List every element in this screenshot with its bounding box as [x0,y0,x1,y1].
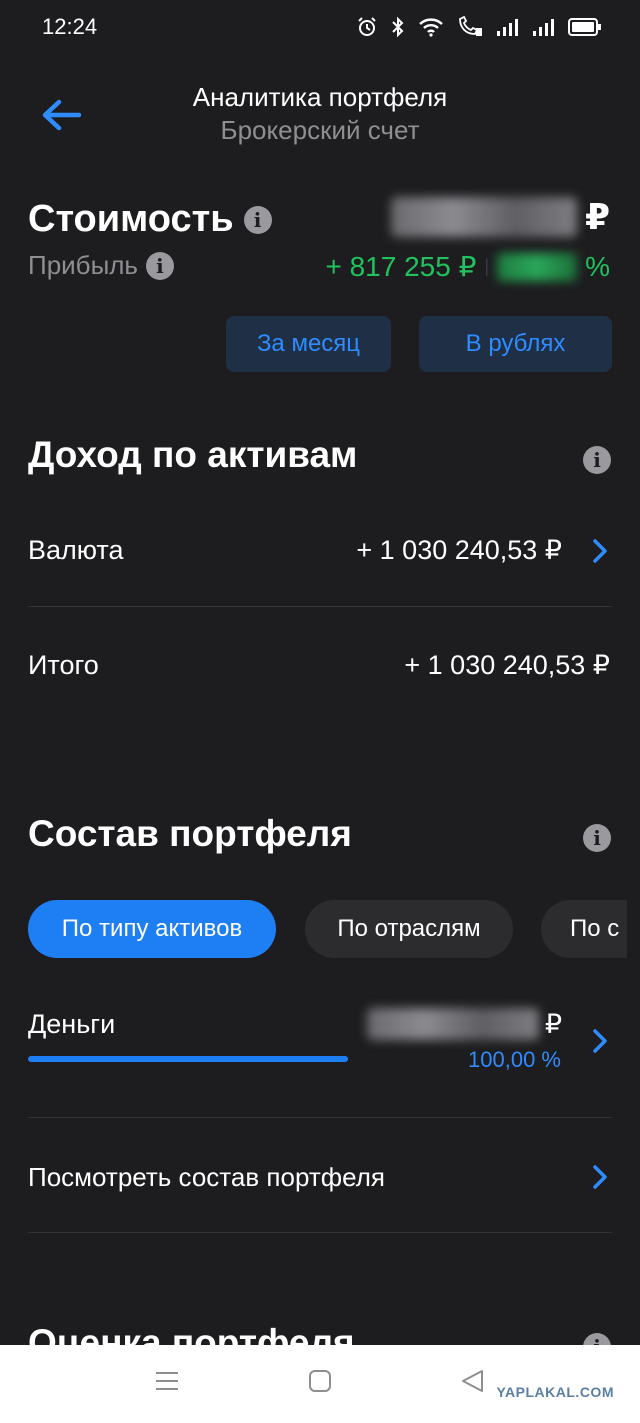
tab-asset-type[interactable]: По типу активов [28,900,276,958]
composition-progress [28,1056,348,1062]
income-row-label: Валюта [28,535,124,565]
total-row-label: Итого [28,650,99,680]
status-icons [356,16,602,38]
divider [28,1232,612,1233]
view-composition-label: Посмотреть состав портфеля [28,1162,385,1192]
income-row-value: + 1 030 240,53 ₽ [356,535,562,565]
chevron-right-icon [593,539,607,563]
value-title-text: Стоимость [28,198,234,240]
hidden-percent [497,252,578,281]
value-title: Стоимость i [28,198,272,241]
currency-filter-button[interactable]: В рублях [419,316,612,372]
portfolio-value: ₽ [390,196,610,238]
composition-title: Состав портфеля [28,813,352,854]
info-icon[interactable]: i [145,251,174,280]
home-square-icon[interactable] [308,1369,332,1393]
signal-icon [497,19,518,36]
info-icon[interactable]: i [583,446,611,474]
status-bar: 12:24 [0,0,640,56]
profit-label-text: Прибыль [28,250,138,280]
profit-amount: + 817 255 ₽ [325,251,477,282]
tab-industry[interactable]: По отраслям [305,900,513,958]
composition-item-percent: 100,00 % [468,1047,561,1072]
income-title: Доход по активам [28,434,358,475]
currency-sign: ₽ [584,196,610,237]
info-icon[interactable]: i [243,205,272,234]
divider [28,1117,612,1118]
total-row-value: + 1 030 240,53 ₽ [404,650,610,680]
hidden-amount [367,1008,539,1040]
period-filter-button[interactable]: За месяц [226,316,391,372]
composition-item-label: Деньги [28,1009,116,1039]
divider [28,606,612,607]
battery-icon [568,18,601,36]
profit-label: Прибыль i [28,250,174,281]
info-icon[interactable]: i [583,824,611,852]
tab-next-label: По с [570,915,620,942]
percent-sign: % [585,250,610,282]
call-icon [459,16,482,36]
bluetooth-icon [392,16,404,38]
watermark: YAPLAKAL.COM [496,1384,614,1400]
status-time: 12:24 [42,14,98,39]
composition-item-currency: ₽ [544,1009,562,1039]
profit-value: + 817 255 ₽ | % [325,250,610,283]
page-subtitle: Брокерский счет [220,115,420,145]
signal-icon [533,19,554,36]
menu-icon[interactable] [155,1369,179,1393]
tab-next[interactable]: По с [541,900,627,958]
page-title: Аналитика портфеля [192,82,448,112]
back-triangle-icon[interactable] [460,1369,484,1393]
alarm-icon [358,17,376,36]
composition-progress-fill [28,1056,348,1062]
hidden-amount [390,197,577,237]
wifi-icon [419,18,443,37]
chevron-right-icon [593,1165,607,1189]
chevron-right-icon [593,1029,607,1053]
profit-separator: | [484,256,490,276]
